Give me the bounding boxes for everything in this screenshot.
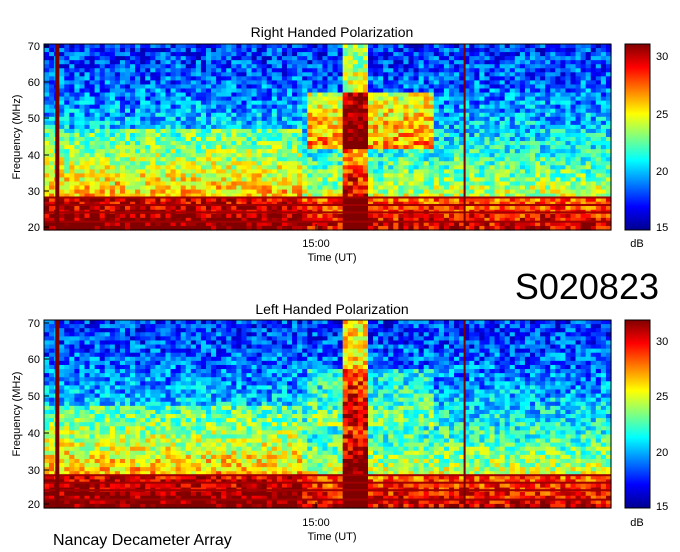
colorbar-tick: 25 bbox=[656, 391, 668, 403]
y-axis-label: Frequency (MHz) bbox=[11, 372, 23, 457]
x-axis-label: Time (UT) bbox=[307, 252, 356, 264]
y-tick-label: 60 bbox=[28, 354, 40, 366]
panel-right-handed: Right Handed Polarization Frequency (MHz… bbox=[11, 24, 668, 264]
colorbar-label: dB bbox=[630, 238, 643, 250]
y-tick-label: 50 bbox=[28, 391, 40, 403]
y-tick-label: 40 bbox=[28, 150, 40, 162]
y-tick-label: 50 bbox=[28, 113, 40, 125]
colorbar: 30 25 20 15 dB bbox=[624, 319, 668, 529]
observation-id: S020823 bbox=[515, 266, 659, 307]
y-tick-label: 70 bbox=[28, 41, 40, 53]
colorbar-label: dB bbox=[630, 517, 643, 529]
colorbar-tick: 20 bbox=[656, 447, 668, 459]
colorbar: 30 25 20 15 dB bbox=[624, 43, 668, 250]
y-tick-label: 20 bbox=[28, 222, 40, 234]
x-tick-label: 15:00 bbox=[302, 238, 330, 250]
y-tick-label: 20 bbox=[28, 499, 40, 511]
y-tick-label: 70 bbox=[28, 318, 40, 330]
spectrogram-heatmap bbox=[44, 44, 612, 231]
panel-title: Right Handed Polarization bbox=[251, 24, 414, 40]
y-axis-label: Frequency (MHz) bbox=[11, 95, 23, 180]
y-tick-label: 30 bbox=[28, 186, 40, 198]
x-axis-label: Time (UT) bbox=[307, 531, 356, 543]
colorbar-tick: 15 bbox=[656, 501, 668, 513]
colorbar-tick: 30 bbox=[656, 336, 668, 348]
colorbar-tick: 25 bbox=[656, 109, 668, 121]
colorbar-tick: 20 bbox=[656, 166, 668, 178]
y-tick-label: 30 bbox=[28, 465, 40, 477]
y-tick-label: 60 bbox=[28, 77, 40, 89]
panel-left-handed: Left Handed Polarization Frequency (MHz)… bbox=[11, 301, 668, 543]
colorbar-tick: 15 bbox=[656, 222, 668, 234]
panel-title: Left Handed Polarization bbox=[255, 301, 408, 317]
colorbar-tick: 30 bbox=[656, 51, 668, 63]
y-tick-label: 40 bbox=[28, 428, 40, 440]
spectrogram-heatmap bbox=[44, 320, 612, 509]
spectrogram-figure: Right Handed Polarization Frequency (MHz… bbox=[11, 24, 668, 549]
footer-label: Nancay Decameter Array bbox=[53, 532, 232, 549]
x-tick-label: 15:00 bbox=[302, 517, 330, 529]
